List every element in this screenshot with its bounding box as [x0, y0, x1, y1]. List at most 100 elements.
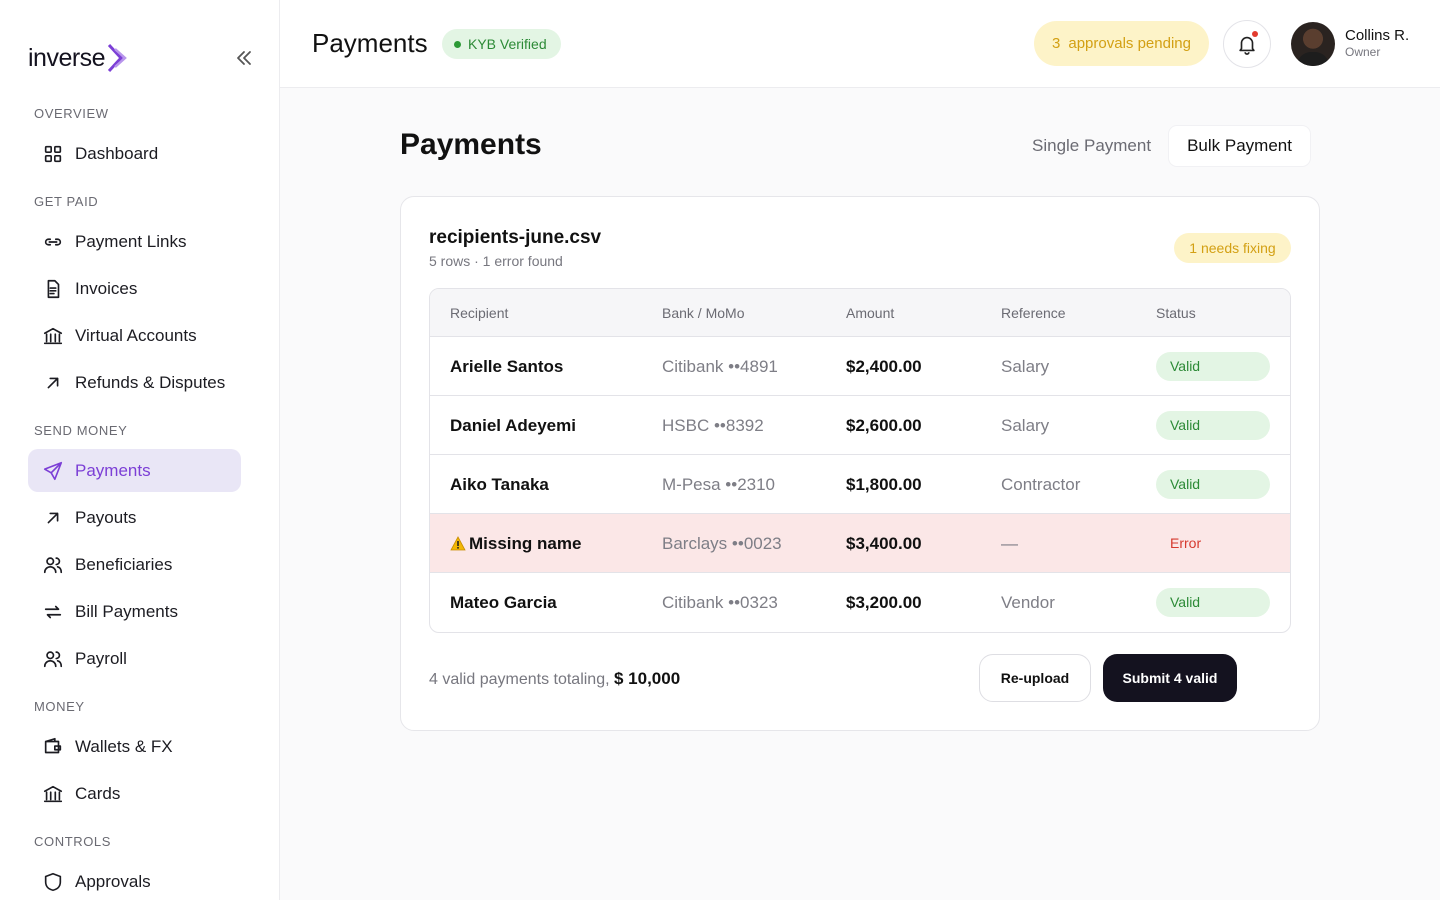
totals-value: $ 10,000	[614, 669, 681, 688]
sidebar-section-title: MONEY	[34, 699, 85, 714]
notifications-button[interactable]	[1223, 20, 1271, 68]
sidebar-item-beneficiaries[interactable]: Beneficiaries	[28, 543, 241, 586]
file-name: recipients-june.csv	[429, 227, 602, 248]
user-role: Owner	[1345, 45, 1381, 59]
sidebar-item-label: Invoices	[75, 278, 138, 298]
table-row[interactable]: Mateo Garcia Citibank ••0323 $3,200.00 Vend…	[430, 573, 1290, 631]
arrow-up-right-icon	[41, 371, 65, 395]
amount-cell: $2,600.00	[846, 416, 922, 435]
sidebar-item-virtual-accounts[interactable]: Virtual Accounts	[28, 314, 241, 357]
bank-cell: Barclays ••0023	[662, 534, 782, 553]
reference-cell: Salary	[1001, 357, 1050, 376]
column-header-reference: Reference	[1001, 305, 1066, 321]
users-icon	[41, 647, 65, 671]
arrow-up-right-icon	[41, 506, 65, 530]
warning-icon	[450, 536, 466, 551]
sidebar-item-invoices[interactable]: Invoices	[28, 267, 241, 310]
reupload-button[interactable]: Re-upload	[979, 654, 1091, 702]
tab-bulk-payment[interactable]: Bulk Payment	[1169, 126, 1310, 166]
sidebar-item-payments[interactable]: Payments	[28, 449, 241, 492]
collapse-sidebar-button[interactable]	[232, 46, 256, 70]
recipient-name: Mateo Garcia	[450, 593, 557, 612]
bank-cell: Citibank ••0323	[662, 593, 778, 612]
column-header-bank: Bank / MoMo	[662, 305, 745, 321]
top-bar: Payments KYB Verified 3 approvals pendin…	[280, 0, 1440, 88]
sidebar-item-label: Approvals	[75, 871, 151, 891]
submit-valid-button[interactable]: Submit 4 valid	[1103, 654, 1237, 702]
bank-icon	[41, 324, 65, 348]
recipient-cell: Arielle Santos	[450, 337, 563, 396]
column-header-recipient: Recipient	[450, 305, 509, 321]
table-row[interactable]: Arielle Santos Citibank ••4891 $2,400.00 Sa…	[430, 337, 1290, 396]
recipient-cell: Missing name	[450, 514, 581, 573]
sidebar-item-label: Payouts	[75, 507, 137, 527]
needs-fixing-badge: 1 needs fixing	[1174, 233, 1291, 263]
sidebar-item-refunds-disputes[interactable]: Refunds & Disputes	[28, 361, 241, 404]
status-dot	[454, 40, 461, 48]
sidebar-item-dashboard[interactable]: Dashboard	[28, 132, 241, 175]
sidebar-item-label: Bill Payments	[75, 601, 178, 621]
sidebar-item-payroll[interactable]: Payroll	[28, 637, 241, 680]
status-badge: Valid	[1156, 411, 1270, 440]
table-body: Arielle Santos Citibank ••4891 $2,400.00 Sa…	[430, 337, 1290, 631]
reference-cell: Salary	[1001, 416, 1050, 435]
send-icon	[41, 459, 65, 483]
status-badge: Valid	[1156, 352, 1270, 381]
recipient-cell: Aiko Tanaka	[450, 455, 549, 514]
amount-cell: $3,400.00	[846, 534, 922, 553]
tab-single-payment[interactable]: Single Payment	[1014, 126, 1169, 166]
table-row[interactable]: Daniel Adeyemi HSBC ••8392 $2,600.00 Salary…	[430, 396, 1290, 455]
logo[interactable]: inverse	[28, 40, 129, 76]
sidebar-section-title: CONTROLS	[34, 834, 112, 849]
recipients-table: Recipient Bank / MoMo Amount Reference S…	[429, 288, 1291, 633]
logo-mark-icon	[107, 43, 129, 73]
sidebar-item-approvals[interactable]: Approvals	[28, 860, 241, 900]
approvals-pending-button[interactable]: 3 approvals pending	[1034, 21, 1209, 66]
avatar[interactable]	[1291, 22, 1335, 66]
shield-icon	[41, 870, 65, 894]
kyb-label: KYB Verified	[468, 36, 547, 52]
recipient-name: Arielle Santos	[450, 357, 564, 376]
reference-cell: —	[1001, 534, 1018, 553]
status-badge: Error	[1170, 535, 1202, 551]
bulk-upload-card: recipients-june.csv 5 rows · 1 error fou…	[400, 196, 1320, 731]
logo-text: inverse	[28, 43, 106, 72]
notification-dot	[1252, 31, 1258, 37]
sidebar-item-label: Virtual Accounts	[75, 325, 197, 345]
sidebar-item-wallets-fx[interactable]: Wallets & FX	[28, 725, 241, 768]
bank-cell: HSBC ••8392	[662, 416, 764, 435]
sidebar-section-title: GET PAID	[34, 194, 99, 209]
approvals-count: 3	[1052, 35, 1061, 52]
bank-cell: Citibank ••4891	[662, 357, 778, 376]
column-header-amount: Amount	[846, 305, 895, 321]
sidebar-item-bill-payments[interactable]: Bill Payments	[28, 590, 241, 633]
sidebar-item-label: Dashboard	[75, 143, 159, 163]
bank-icon	[41, 782, 65, 806]
sidebar-item-label: Payment Links	[75, 231, 187, 251]
amount-cell: $3,200.00	[846, 593, 922, 612]
sidebar-item-cards[interactable]: Cards	[28, 772, 241, 815]
grid-icon	[41, 142, 65, 166]
amount-cell: $1,800.00	[846, 475, 922, 494]
recipient-cell: Mateo Garcia	[450, 573, 557, 632]
sidebar-item-label: Cards	[75, 783, 121, 803]
amount-cell: $2,400.00	[846, 357, 922, 376]
sidebar-section-title: SEND MONEY	[34, 423, 128, 438]
recipient-name: Missing name	[469, 534, 582, 553]
table-row[interactable]: Missing name Barclays ••0023 $3,400.00 — Err…	[430, 514, 1290, 573]
double-chevron-left-icon	[237, 51, 251, 65]
status-badge: Valid	[1156, 470, 1270, 499]
totals-summary: 4 valid payments totaling, $ 10,000	[429, 669, 680, 689]
column-header-status: Status	[1156, 305, 1196, 321]
approvals-label: approvals pending	[1068, 35, 1191, 52]
header-title: Payments	[312, 28, 428, 58]
sidebar-item-payment-links[interactable]: Payment Links	[28, 220, 241, 263]
totals-label: 4 valid payments totaling,	[429, 671, 610, 688]
sidebar-item-payouts[interactable]: Payouts	[28, 496, 241, 539]
recipient-cell: Daniel Adeyemi	[450, 396, 576, 455]
bank-cell: M-Pesa ••2310	[662, 475, 776, 494]
sidebar-section-title: OVERVIEW	[34, 106, 109, 121]
table-row[interactable]: Aiko Tanaka M-Pesa ••2310 $1,800.00 Contrac…	[430, 455, 1290, 514]
recipient-name: Aiko Tanaka	[450, 475, 549, 494]
page-title: Payments	[400, 128, 542, 161]
